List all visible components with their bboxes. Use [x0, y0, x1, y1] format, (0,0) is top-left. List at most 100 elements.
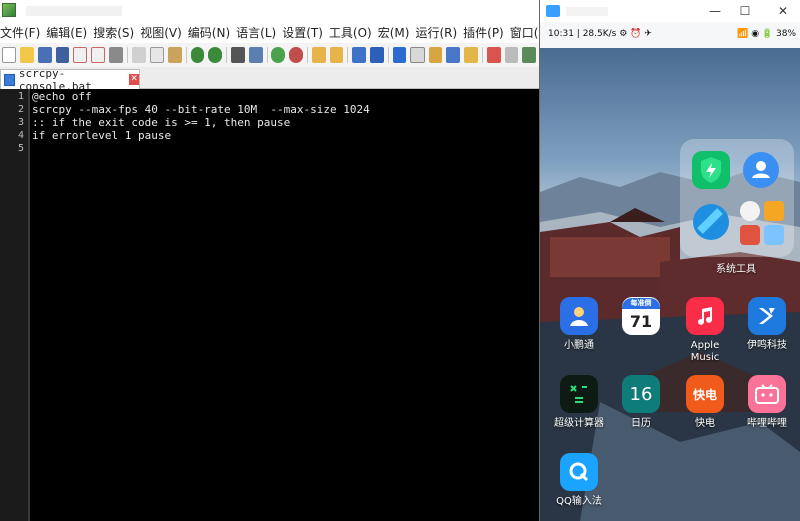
system-tools-folder[interactable] — [680, 139, 794, 257]
close-button[interactable]: ✕ — [768, 0, 798, 22]
app-yiming[interactable]: 伊鸣科技 — [736, 297, 798, 352]
security-icon — [692, 151, 730, 189]
toolbar-separator — [347, 47, 349, 63]
tab-bar: scrcpy-console.bat ✕ — [0, 67, 540, 93]
toolbar-separator — [127, 47, 129, 63]
line-number: 2 — [17, 104, 24, 115]
redacted-title — [566, 7, 608, 16]
status-system-icons: 📶 ◉ 🔋 38% — [737, 29, 796, 39]
menu-tools[interactable]: 工具(O) — [329, 24, 378, 41]
scrcpy-app-icon — [546, 5, 560, 17]
code-editor-area[interactable]: @echo off scrcpy --max-fps 40 --bit-rate… — [30, 89, 540, 521]
print-icon[interactable] — [109, 47, 124, 63]
close-file-icon[interactable] — [73, 47, 88, 63]
toolbar-separator — [266, 47, 268, 63]
calendar-widget-icon: 每准倒 71 — [622, 297, 660, 335]
menu-edit[interactable]: 编辑(E) — [46, 24, 93, 41]
widget-number: 71 — [629, 311, 653, 331]
save-all-icon[interactable] — [55, 47, 70, 63]
kuaidian-icon: 快电 — [686, 375, 724, 413]
indent-guide-icon[interactable] — [392, 47, 407, 63]
menu-file[interactable]: 文件(F) — [0, 24, 46, 41]
app-qq-input[interactable]: QQ输入法 — [548, 453, 610, 508]
bilibili-icon — [748, 375, 786, 413]
paste-icon[interactable] — [167, 47, 182, 63]
calculator-icon — [560, 375, 598, 413]
scrcpy-phone-window: — ☐ ✕ 10:31 | 28.5K/s ⚙ ⏰ ✈ 📶 ◉ 🔋 38% 系统… — [540, 0, 800, 521]
find-icon[interactable] — [231, 47, 245, 63]
open-folder-icon[interactable] — [20, 47, 34, 63]
app-label: Apple Music — [690, 340, 720, 363]
menu-language[interactable]: 语言(L) — [236, 24, 282, 41]
toolbar-separator — [307, 47, 308, 63]
maximize-button[interactable]: ☐ — [730, 0, 760, 22]
zoom-in-icon[interactable] — [271, 47, 286, 63]
menu-view[interactable]: 视图(V) — [140, 24, 188, 41]
undo-icon[interactable] — [190, 47, 205, 63]
notepad-editor-window: 文件(F) 编辑(E) 搜索(S) 视图(V) 编码(N) 语言(L) 设置(T… — [0, 0, 540, 521]
save-icon[interactable] — [37, 47, 52, 63]
line-number: 4 — [17, 130, 24, 141]
app-apple-music[interactable]: Apple Music — [674, 297, 736, 364]
menu-encoding[interactable]: 编码(N) — [188, 24, 236, 41]
theme-icon — [740, 225, 760, 245]
app-label: 快电 — [695, 418, 715, 429]
sync-vertical-icon[interactable] — [311, 47, 326, 63]
toolbar-separator — [387, 47, 389, 63]
app-kuaidian[interactable]: 快电 快电 — [674, 375, 736, 430]
menu-search[interactable]: 搜索(S) — [93, 24, 140, 41]
sync-horizontal-icon[interactable] — [329, 47, 344, 63]
tab-scrcpy-console[interactable]: scrcpy-console.bat ✕ — [0, 67, 140, 93]
arrow-logo-icon — [748, 297, 786, 335]
word-wrap-icon[interactable] — [352, 47, 367, 63]
app-label: 超级计算器 — [554, 418, 604, 429]
status-time-speed: 10:31 | 28.5K/s ⚙ ⏰ ✈ — [548, 29, 652, 39]
show-all-chars-icon[interactable] — [370, 47, 384, 63]
app-xiaopengtong[interactable]: 小鹏通 — [548, 297, 610, 352]
app-calendar[interactable]: 16 日历 — [610, 375, 672, 430]
folder-workspace-icon[interactable] — [464, 47, 478, 63]
menu-settings[interactable]: 设置(T) — [282, 24, 329, 41]
contacts-icon — [742, 151, 780, 189]
app-super-calculator[interactable]: 超级计算器 — [548, 375, 610, 430]
menu-bar: 文件(F) 编辑(E) 搜索(S) 视图(V) 编码(N) 语言(L) 设置(T… — [0, 21, 540, 43]
copy-icon[interactable] — [149, 47, 164, 63]
app-countdown-widget[interactable]: 每准倒 71 — [610, 297, 672, 335]
desktop: 文件(F) 编辑(E) 搜索(S) 视图(V) 编码(N) 语言(L) 设置(T… — [0, 0, 800, 521]
app-label: 伊鸣科技 — [747, 340, 787, 351]
line-number-gutter: 1 2 3 4 5 — [0, 89, 28, 521]
cut-icon[interactable] — [132, 47, 146, 63]
toolbar-separator — [185, 47, 187, 63]
zoom-out-icon[interactable] — [289, 47, 303, 63]
stop-macro-icon[interactable] — [504, 47, 519, 63]
app-label: 哔哩哔哩 — [747, 418, 787, 429]
play-macro-icon[interactable] — [522, 47, 537, 63]
toolbar — [0, 43, 540, 67]
close-all-icon[interactable] — [91, 47, 106, 63]
code-line: if errorlevel 1 pause — [32, 129, 172, 142]
files-icon — [764, 201, 784, 221]
menu-plugins[interactable]: 插件(P) — [463, 24, 510, 41]
app-bilibili[interactable]: 哔哩哔哩 — [736, 375, 798, 430]
new-file-icon[interactable] — [2, 47, 17, 63]
function-list-icon[interactable] — [446, 47, 461, 63]
menu-macro[interactable]: 宏(M) — [378, 24, 416, 41]
code-line: @echo off — [32, 90, 92, 103]
replace-icon[interactable] — [248, 47, 263, 63]
udl-icon[interactable] — [410, 47, 425, 63]
toolbar-separator — [481, 47, 483, 63]
android-status-bar: 10:31 | 28.5K/s ⚙ ⏰ ✈ 📶 ◉ 🔋 38% — [540, 22, 800, 48]
clock-icon — [740, 201, 760, 221]
app-label: 小鹏通 — [564, 340, 594, 351]
menu-run[interactable]: 运行(R) — [415, 24, 463, 41]
doc-map-icon[interactable] — [428, 47, 443, 63]
line-number: 1 — [17, 91, 24, 102]
tab-close-icon[interactable]: ✕ — [129, 74, 139, 85]
phone-window-titlebar[interactable]: — ☐ ✕ — [540, 0, 800, 22]
app-label: 日历 — [631, 418, 651, 429]
redo-icon[interactable] — [208, 47, 223, 63]
minimize-button[interactable]: — — [700, 0, 730, 22]
notepad-app-icon — [2, 3, 16, 17]
record-macro-icon[interactable] — [486, 47, 501, 63]
editor-titlebar[interactable] — [0, 0, 540, 21]
